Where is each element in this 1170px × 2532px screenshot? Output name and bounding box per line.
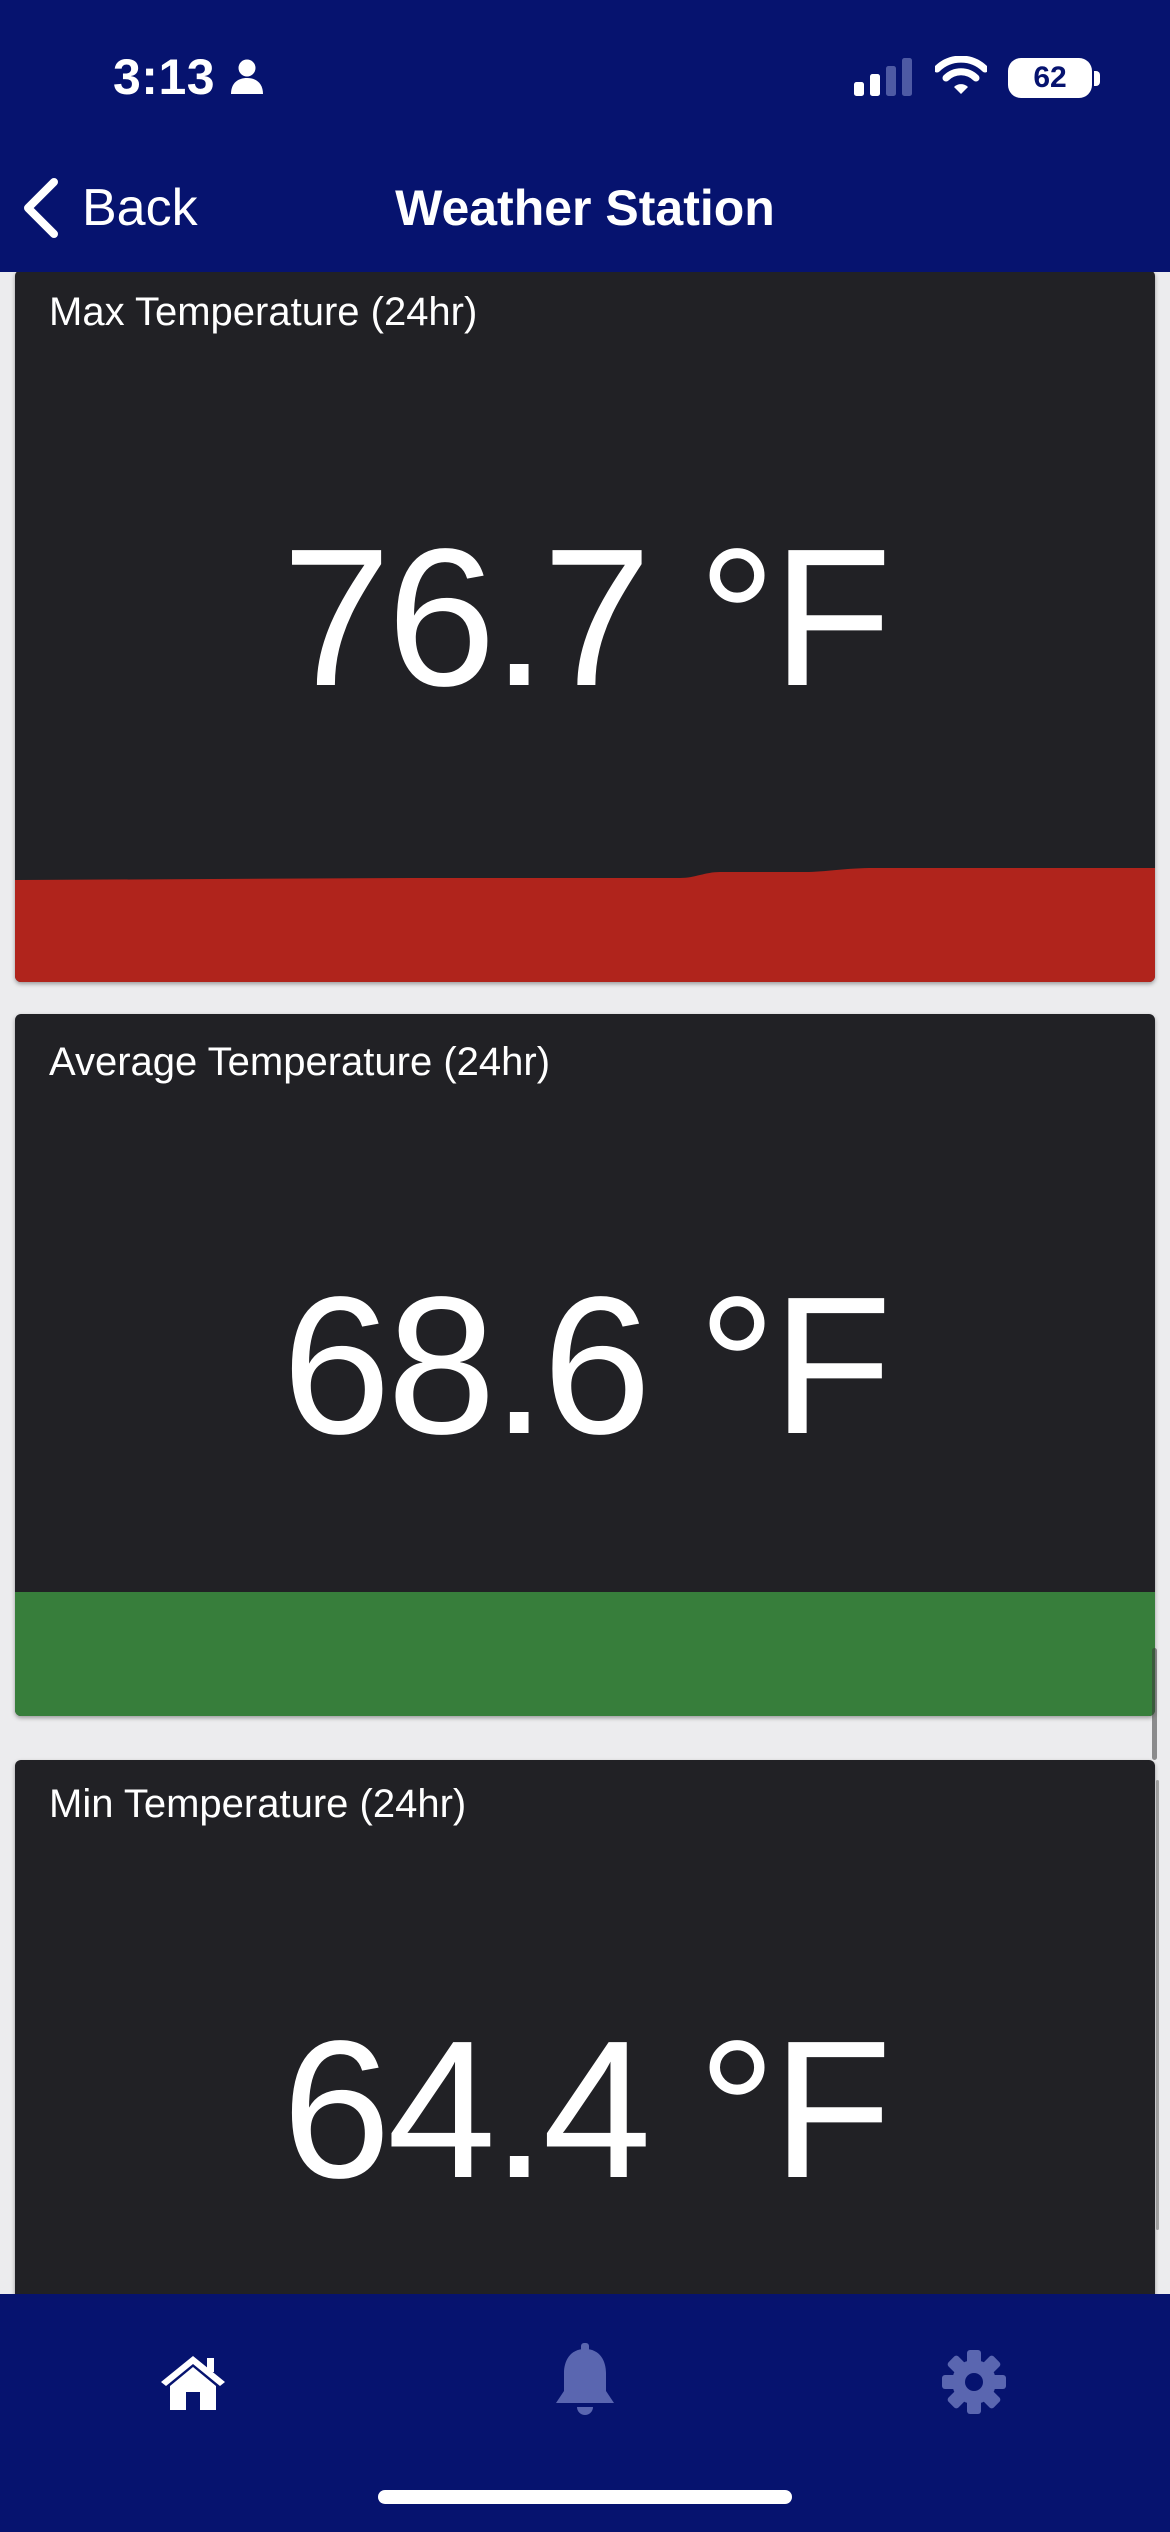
tab-settings[interactable] [914, 2332, 1034, 2432]
home-indicator[interactable] [378, 2490, 792, 2504]
max-temperature-area [15, 868, 1155, 982]
card-title: Average Temperature (24hr) [49, 1040, 551, 1084]
battery-icon: 62 [1008, 58, 1092, 98]
person-icon [230, 59, 264, 100]
gear-icon [942, 2350, 1006, 2414]
wifi-icon [933, 55, 989, 101]
scrollbar[interactable] [1152, 1648, 1157, 1760]
top-header: 3:13 62 Back Weather Station [0, 0, 1170, 272]
battery-cap [1094, 71, 1100, 86]
signal-icon [854, 58, 914, 101]
home-icon [161, 2356, 225, 2410]
card-value: 64.4 °F [281, 2000, 892, 2219]
tab-home[interactable] [133, 2332, 253, 2432]
card-list[interactable]: Max Temperature (24hr) 76.7 °F Average T… [0, 272, 1170, 2294]
max-temperature-sparkline [15, 868, 1155, 982]
average-temperature-sparkline [15, 1592, 1155, 1716]
page-title: Weather Station [395, 180, 775, 236]
card-value: 76.7 °F [281, 508, 892, 727]
average-temperature-area [15, 1592, 1155, 1716]
tab-notifications[interactable] [525, 2332, 645, 2432]
card-title: Min Temperature (24hr) [49, 1782, 467, 1826]
scrollbar-track [1156, 1780, 1159, 2230]
average-temperature-card[interactable]: Average Temperature (24hr) 68.6 °F [15, 1014, 1155, 1716]
min-temperature-card[interactable]: Min Temperature (24hr) 64.4 °F [15, 1760, 1155, 2294]
card-value: 68.6 °F [281, 1256, 892, 1475]
card-title: Max Temperature (24hr) [49, 290, 478, 334]
max-temperature-card[interactable]: Max Temperature (24hr) 76.7 °F [15, 272, 1155, 982]
status-time: 3:13 [113, 49, 216, 105]
bell-icon [556, 2343, 614, 2415]
